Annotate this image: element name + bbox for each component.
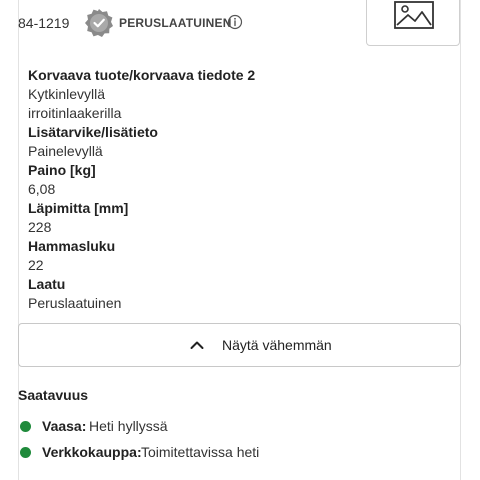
stock-status-dot — [20, 421, 31, 432]
spec-group: Hammasluku 22 — [28, 237, 448, 275]
chevron-up-icon — [189, 337, 205, 358]
quality-label: PERUSLAATUINEN — [119, 16, 232, 30]
spec-value: 6,08 — [28, 181, 56, 197]
quality-seal-icon — [84, 8, 114, 38]
show-less-label: Näytä vähemmän — [222, 337, 332, 353]
image-placeholder-icon — [394, 1, 434, 29]
availability-status: Heti hyllyssä — [89, 418, 168, 434]
card-right-border — [460, 0, 461, 480]
spec-label: Läpimitta [mm] — [28, 200, 129, 216]
product-image-thumbnail[interactable] — [366, 0, 460, 46]
spec-group: Korvaava tuote/korvaava tiedote 2 Kytkin… — [28, 66, 448, 123]
card-left-border — [18, 0, 19, 480]
spec-label: Paino [kg] — [28, 162, 96, 178]
product-specs: Korvaava tuote/korvaava tiedote 2 Kytkin… — [28, 66, 448, 313]
info-icon[interactable] — [227, 14, 243, 30]
spec-value: 228 — [28, 219, 52, 235]
stock-status-dot — [20, 447, 31, 458]
availability-heading: Saatavuus — [18, 387, 89, 403]
spec-group: Lisätarvike/lisätieto Painelevyllä — [28, 123, 448, 161]
spec-group: Paino [kg] 6,08 — [28, 161, 448, 199]
spec-value: irroitinlaakerilla — [28, 105, 122, 121]
spec-value: Kytkinlevyllä — [28, 86, 106, 102]
spec-value: Peruslaatuinen — [28, 295, 122, 311]
spec-label: Hammasluku — [28, 238, 116, 254]
spec-value: Painelevyllä — [28, 143, 103, 159]
availability-location: Vaasa: — [42, 418, 87, 434]
spec-group: Laatu Peruslaatuinen — [28, 275, 448, 313]
spec-value: 22 — [28, 257, 44, 273]
spec-label: Korvaava tuote/korvaava tiedote 2 — [28, 67, 256, 83]
availability-location: Verkkokauppa: — [42, 444, 142, 460]
spec-group: Läpimitta [mm] 228 — [28, 199, 448, 237]
availability-status: Toimitettavissa heti — [141, 444, 260, 460]
product-sku: 84-1219 — [18, 15, 70, 31]
spec-label: Laatu — [28, 276, 66, 292]
show-less-button[interactable]: Näytä vähemmän — [18, 323, 461, 367]
spec-label: Lisätarvike/lisätieto — [28, 124, 158, 140]
